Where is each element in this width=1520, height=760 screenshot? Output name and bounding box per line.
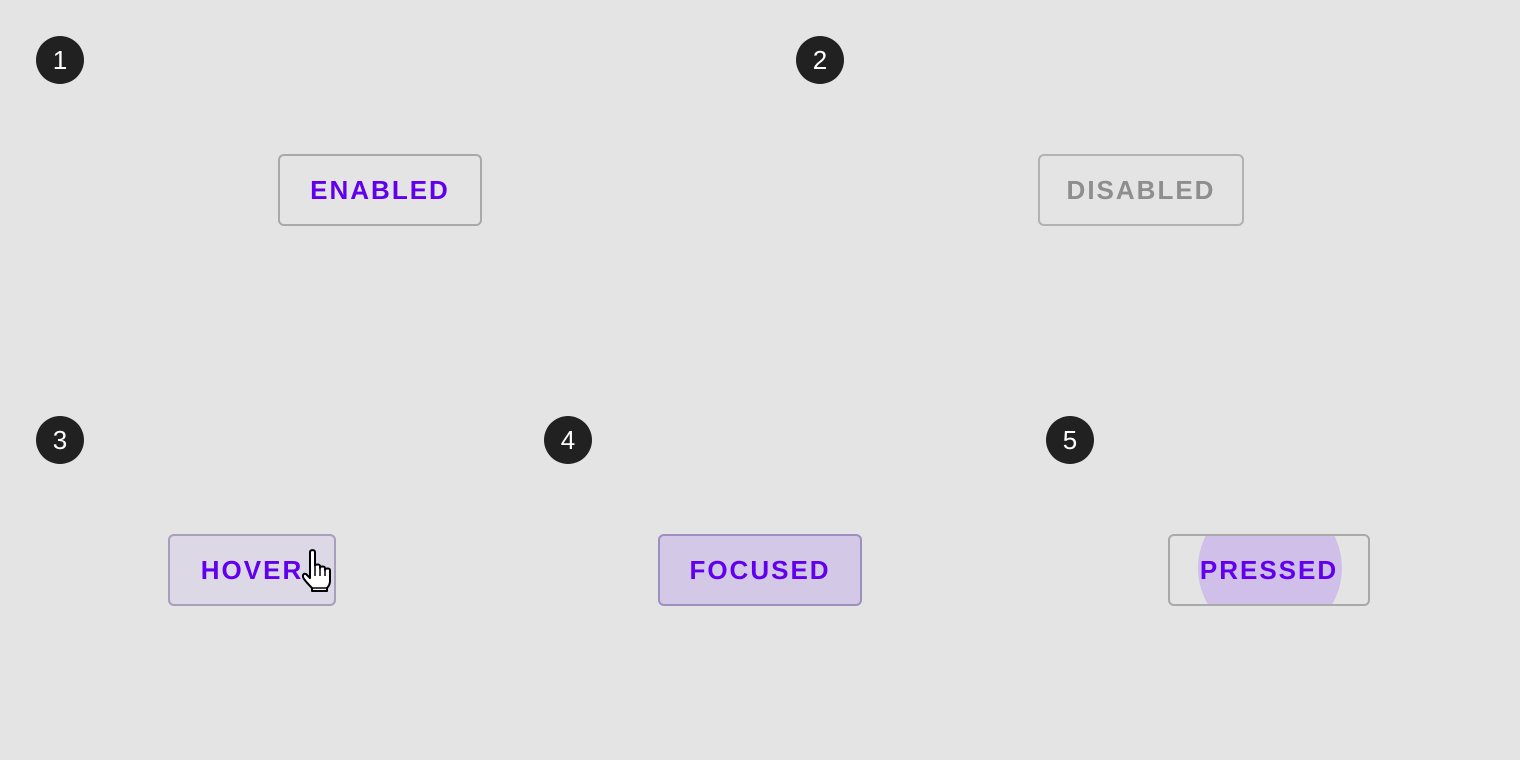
panel-pressed: 5 PRESSED [1014, 380, 1520, 760]
step-badge: 2 [796, 36, 844, 84]
step-badge: 3 [36, 416, 84, 464]
pressed-button[interactable]: PRESSED [1168, 534, 1370, 606]
step-badge: 4 [544, 416, 592, 464]
panel-disabled: 2 DISABLED [760, 0, 1520, 380]
focused-button[interactable]: FOCUSED [658, 534, 862, 606]
button-label: ENABLED [310, 175, 450, 205]
disabled-button: DISABLED [1038, 154, 1244, 226]
panel-focused: 4 FOCUSED [506, 380, 1014, 760]
button-label: HOVER [200, 555, 304, 585]
hand-pointer-icon [301, 549, 331, 592]
step-badge: 1 [36, 36, 84, 84]
panel-hover: 3 HOVER [0, 380, 506, 760]
enabled-button[interactable]: ENABLED [278, 154, 482, 226]
button-label: FOCUSED [689, 555, 831, 585]
step-badge: 5 [1046, 416, 1094, 464]
button-label: PRESSED [1199, 555, 1339, 585]
button-label: DISABLED [1066, 175, 1216, 205]
panel-enabled: 1 ENABLED [0, 0, 760, 380]
